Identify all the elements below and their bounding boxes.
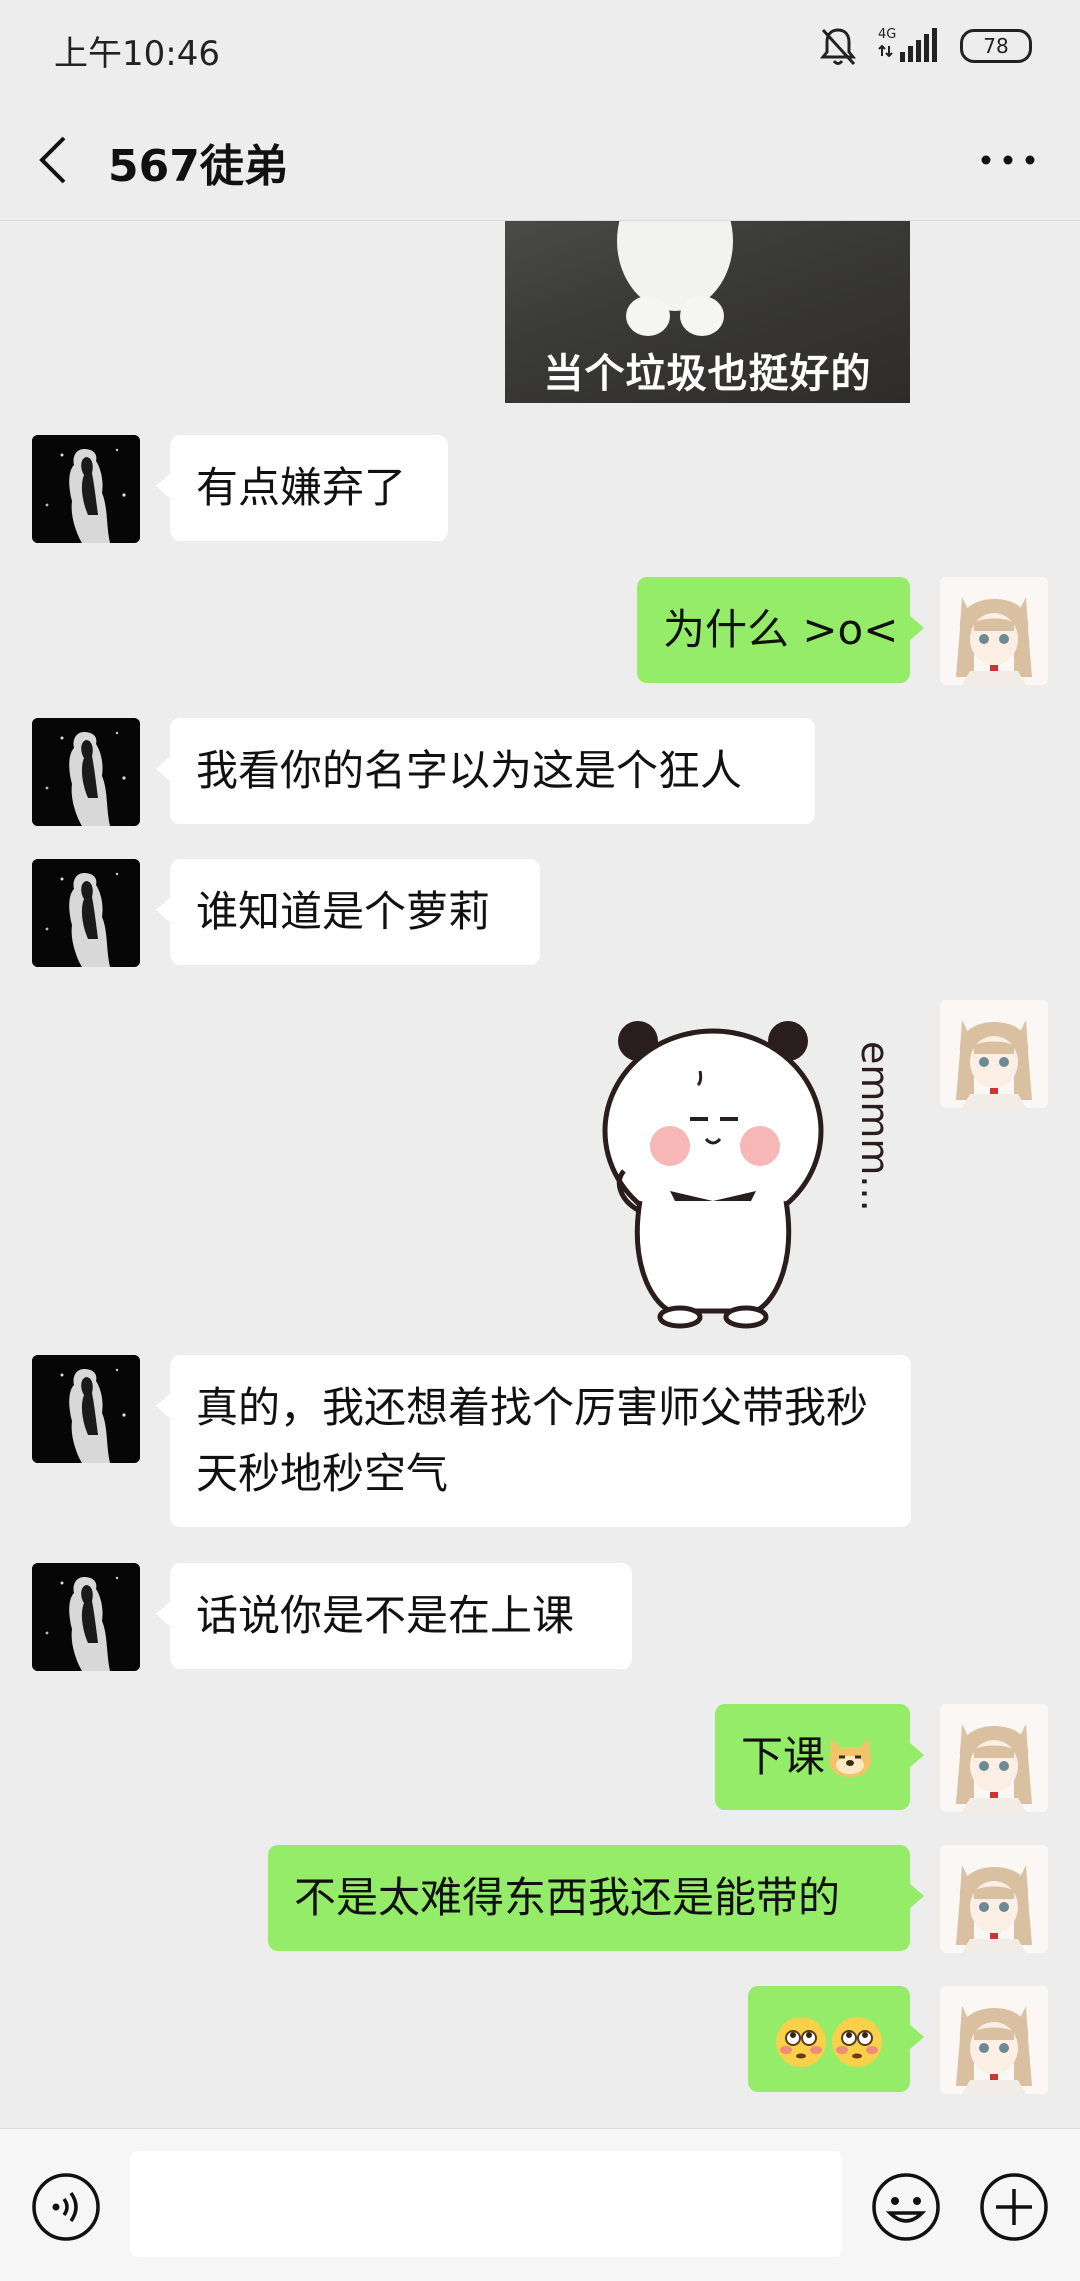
message-bubble-incoming[interactable]: 真的，我还想着找个厉害师父带我秒天秒地秒空气 (156, 1355, 911, 1527)
catgirl-avatar-image (940, 1000, 1048, 1108)
doge-emoji-icon (829, 1739, 872, 1777)
my-avatar[interactable] (940, 1704, 1048, 1812)
message-bubble-incoming[interactable]: 谁知道是个萝莉 (156, 859, 540, 965)
chat-title: 567徒弟 (108, 141, 288, 192)
message-text: 下课 (741, 1732, 826, 1781)
catgirl-avatar-image (940, 1704, 1048, 1812)
message-bubble-outgoing[interactable] (748, 1986, 924, 2092)
mute-bell-icon (819, 28, 857, 66)
catgirl-avatar-image (940, 1986, 1048, 2094)
chat-header: 567徒弟 (0, 96, 1080, 221)
voice-input-icon[interactable] (30, 2171, 102, 2243)
message-bubble-outgoing[interactable]: 下课 (715, 1704, 924, 1810)
dark-figure-avatar-image (32, 859, 140, 967)
signal-4g-icon: 4G (878, 27, 937, 62)
contact-avatar[interactable] (32, 1355, 140, 1463)
back-arrow-icon[interactable] (34, 132, 74, 188)
contact-avatar[interactable] (32, 435, 140, 543)
dark-figure-avatar-image (32, 718, 140, 826)
more-options-icon[interactable] (976, 140, 1040, 180)
add-more-icon[interactable] (978, 2171, 1050, 2243)
contact-avatar[interactable] (32, 1563, 140, 1671)
bear-plush-image (617, 221, 733, 336)
my-avatar[interactable] (940, 1986, 1048, 2094)
battery-indicator: 78 (960, 29, 1032, 63)
flushed-face-emoji-icon (776, 2016, 882, 2067)
my-avatar[interactable] (940, 1000, 1048, 1108)
message-bubble-incoming[interactable]: 话说你是不是在上课 (156, 1563, 632, 1669)
my-avatar[interactable] (940, 1845, 1048, 1953)
message-bubble-outgoing[interactable]: 不是太难得东西我还是能带的 (268, 1845, 924, 1951)
panda-emmm-sticker[interactable]: emmm... (600, 1001, 900, 1331)
emoji-icon[interactable] (870, 2171, 942, 2243)
status-bar: 上午10:46 4G 78 (0, 0, 1080, 96)
message-input[interactable] (130, 2151, 842, 2257)
message-list[interactable]: 当个垃圾也挺好的 有点嫌弃了 为什么 >o< 我看你的名字以为这是个狂人 谁知道… (0, 221, 1080, 2128)
status-icons: 4G 78 (818, 24, 1032, 68)
sticker-emmm-text: emmm... (853, 1041, 897, 1212)
catgirl-avatar-image (940, 1845, 1048, 1953)
dark-figure-avatar-image (32, 1563, 140, 1671)
input-bar (0, 2128, 1080, 2281)
dark-figure-avatar-image (32, 1355, 140, 1463)
my-avatar[interactable] (940, 577, 1048, 685)
dark-figure-avatar-image (32, 435, 140, 543)
status-time: 上午10:46 (54, 34, 220, 74)
network-label: 4G (878, 27, 896, 42)
catgirl-avatar-image (940, 577, 1048, 685)
trash-bear-sticker[interactable]: 当个垃圾也挺好的 (505, 221, 910, 403)
sticker-caption: 当个垃圾也挺好的 (543, 351, 872, 397)
message-bubble-incoming[interactable]: 有点嫌弃了 (156, 435, 448, 541)
contact-avatar[interactable] (32, 859, 140, 967)
message-bubble-outgoing[interactable]: 为什么 >o< (637, 577, 924, 683)
message-bubble-incoming[interactable]: 我看你的名字以为这是个狂人 (156, 718, 815, 824)
contact-avatar[interactable] (32, 718, 140, 826)
